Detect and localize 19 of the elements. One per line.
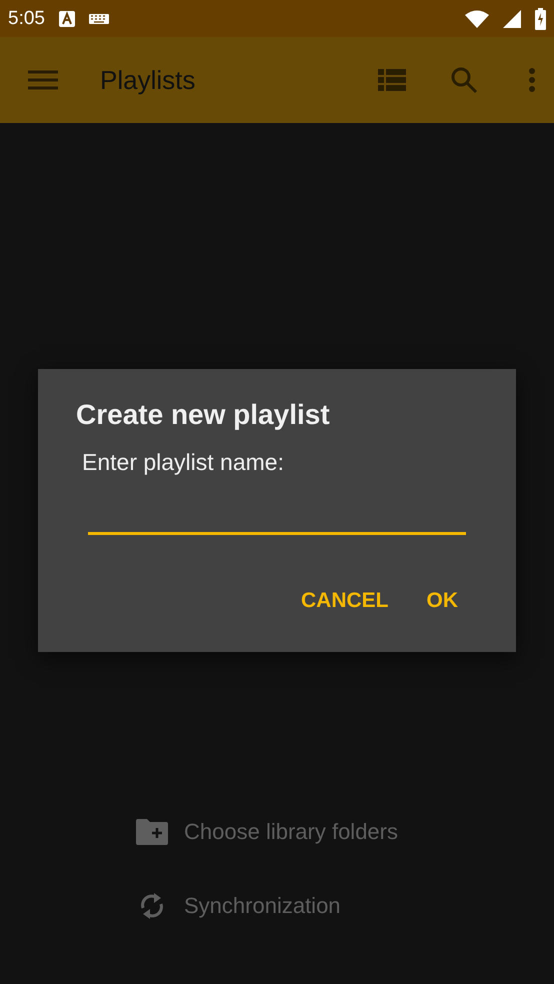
- keyboard-badge-icon: [58, 10, 75, 26]
- dialog-title: Create new playlist: [76, 399, 331, 431]
- wifi-icon: [465, 10, 489, 28]
- status-time: 5:05: [8, 8, 45, 30]
- menu-icon[interactable]: [28, 70, 58, 90]
- more-options-icon[interactable]: [528, 67, 536, 93]
- list-view-icon[interactable]: [378, 69, 406, 91]
- battery-icon: [535, 8, 546, 30]
- sync-icon: [139, 891, 165, 921]
- empty-action-link[interactable]: Choose library folders: [184, 819, 398, 845]
- prompt-label: Enter playlist name:: [82, 449, 285, 476]
- folder-add-icon: [136, 819, 168, 845]
- dialog-button[interactable]: CANCEL: [293, 581, 396, 621]
- search-icon[interactable]: [450, 66, 478, 94]
- empty-action-link[interactable]: Synchronization: [184, 893, 341, 919]
- keyboard-icon: [88, 14, 109, 24]
- toolbar-title: Playlists: [100, 64, 196, 96]
- dialog-button[interactable]: OK: [418, 581, 466, 621]
- signal-icon: [503, 10, 521, 28]
